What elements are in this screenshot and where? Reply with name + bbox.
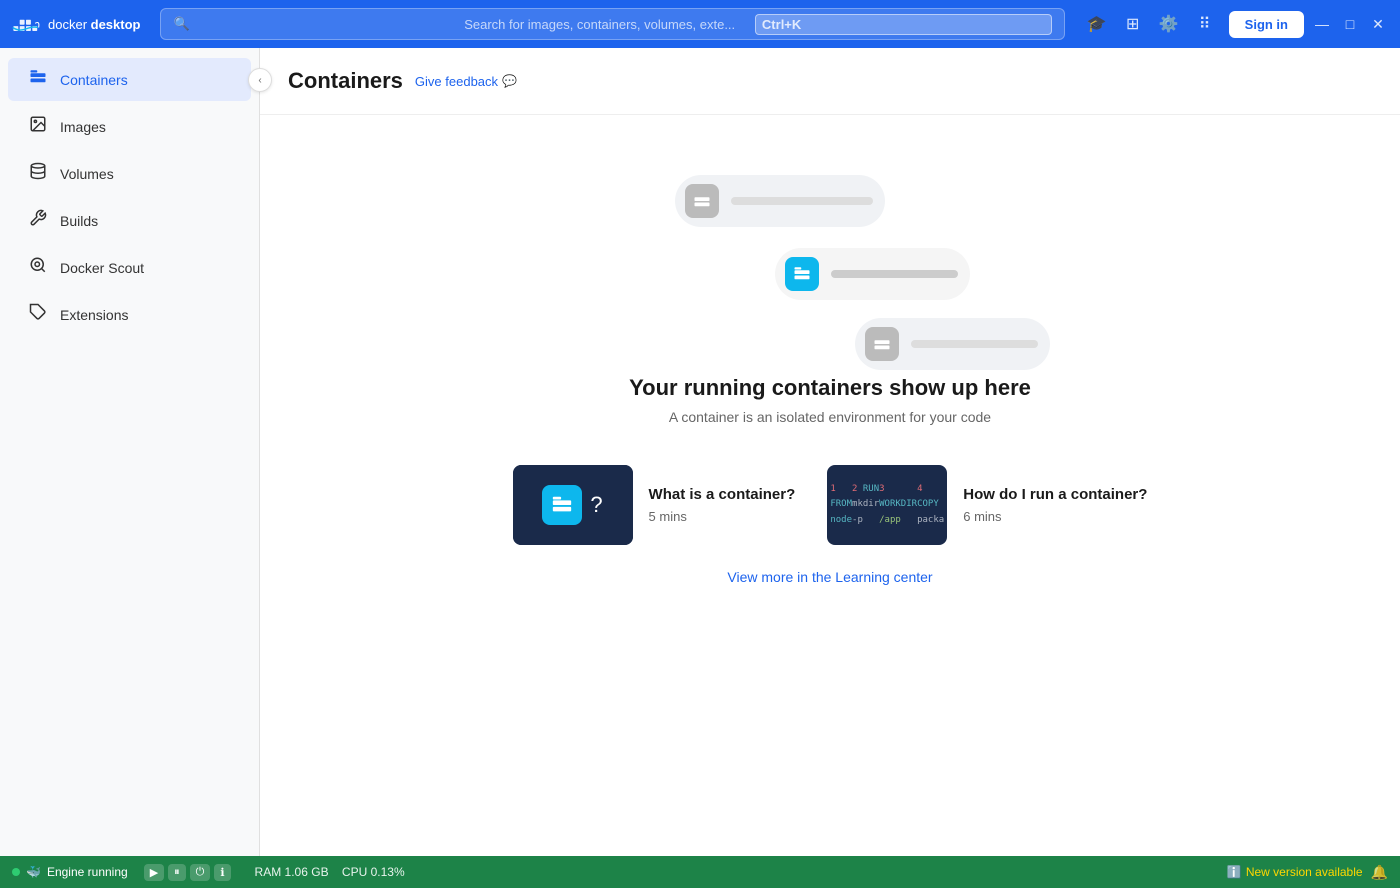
grid-icon[interactable]: ⠿ xyxy=(1193,14,1217,34)
content-header: Containers Give feedback 💬 xyxy=(260,48,1400,115)
search-icon: 🔍 xyxy=(173,16,456,32)
sidebar-item-containers[interactable]: Containers xyxy=(8,58,251,101)
titlebar: docker desktop 🔍 Search for images, cont… xyxy=(0,0,1400,48)
engine-pause-button[interactable]: ⏸ xyxy=(168,864,186,881)
sidebar-item-images[interactable]: Images xyxy=(8,105,251,148)
sign-in-button[interactable]: Sign in xyxy=(1229,11,1304,38)
sidebar: Containers Images Volumes Builds xyxy=(0,48,260,856)
app-name: docker desktop xyxy=(48,17,140,32)
sidebar-label-volumes: Volumes xyxy=(60,166,114,182)
new-version-label: New version available xyxy=(1246,865,1363,879)
ram-label: RAM 1.06 GB xyxy=(255,865,329,879)
sidebar-item-builds[interactable]: Builds xyxy=(8,199,251,242)
sidebar-label-extensions: Extensions xyxy=(60,307,128,323)
search-bar[interactable]: 🔍 Search for images, containers, volumes… xyxy=(160,8,1064,40)
feedback-label: Give feedback xyxy=(415,74,498,89)
statusbar: 🐳 Engine running ▶ ⏸ ⏻ ℹ RAM 1.06 GB CPU… xyxy=(0,856,1400,888)
engine-stop-button[interactable]: ⏻ xyxy=(190,864,211,881)
sidebar-label-images: Images xyxy=(60,119,106,135)
minimize-button[interactable]: — xyxy=(1312,16,1332,33)
sidebar-item-volumes[interactable]: Volumes xyxy=(8,152,251,195)
close-button[interactable]: ✕ xyxy=(1368,16,1388,33)
volumes-icon xyxy=(28,162,48,185)
docker-scout-icon xyxy=(28,256,48,279)
card-duration-2: 6 mins xyxy=(963,509,1147,524)
sidebar-item-docker-scout[interactable]: Docker Scout xyxy=(8,246,251,289)
card-title-1: What is a container? xyxy=(649,486,796,503)
search-placeholder: Search for images, containers, volumes, … xyxy=(464,17,747,32)
learn-icon[interactable]: 🎓 xyxy=(1085,14,1109,34)
cpu-label: CPU 0.13% xyxy=(342,865,405,879)
card-info-2: How do I run a container? 6 mins xyxy=(963,486,1147,524)
search-shortcut: Ctrl+K xyxy=(755,14,1052,35)
card-thumb-2: 1 FROM node 2 RUN mkdir -p 3 WORKDIR /ap… xyxy=(827,465,947,545)
code-kw1: FROM node xyxy=(830,499,852,524)
extensions-icon[interactable]: ⊞ xyxy=(1121,14,1145,34)
card-duration-1: 5 mins xyxy=(649,509,796,524)
titlebar-actions: 🎓 ⊞ ⚙️ ⠿ Sign in xyxy=(1085,11,1304,38)
engine-play-button[interactable]: ▶ xyxy=(144,864,164,881)
container-illustration xyxy=(600,155,1060,355)
sidebar-collapse-button[interactable]: ‹ xyxy=(248,68,272,92)
learning-center-link[interactable]: View more in the Learning center xyxy=(727,569,932,585)
card-what-is-container[interactable]: ? What is a container? 5 mins xyxy=(513,465,796,545)
window-controls: — □ ✕ xyxy=(1312,16,1388,33)
empty-subtitle: A container is an isolated environment f… xyxy=(669,409,991,425)
card-info-1: What is a container? 5 mins xyxy=(649,486,796,524)
empty-state: Your running containers show up here A c… xyxy=(260,115,1400,856)
app-body: Containers Images Volumes Builds xyxy=(0,48,1400,856)
engine-info-button[interactable]: ℹ xyxy=(214,864,230,881)
containers-icon xyxy=(28,68,48,91)
card-how-run-container[interactable]: 1 FROM node 2 RUN mkdir -p 3 WORKDIR /ap… xyxy=(827,465,1147,545)
settings-icon[interactable]: ⚙️ xyxy=(1157,14,1181,34)
engine-status-dot xyxy=(12,868,20,876)
empty-title: Your running containers show up here xyxy=(629,375,1031,401)
sidebar-item-extensions[interactable]: Extensions xyxy=(8,293,251,336)
feedback-link[interactable]: Give feedback 💬 xyxy=(415,74,517,89)
card-thumb-1: ? xyxy=(513,465,633,545)
page-title: Containers xyxy=(288,68,403,94)
main-content: Containers Give feedback 💬 xyxy=(260,48,1400,856)
learn-cards: ? What is a container? 5 mins 1 FROM nod xyxy=(513,465,1148,545)
sidebar-label-builds: Builds xyxy=(60,213,98,229)
engine-label: Engine running xyxy=(47,865,128,879)
images-icon xyxy=(28,115,48,138)
engine-controls: ▶ ⏸ ⏻ ℹ xyxy=(144,864,231,881)
statusbar-right: ℹ️ New version available 🔔 xyxy=(1227,864,1388,881)
docker-icon-status: 🐳 xyxy=(26,865,41,879)
maximize-button[interactable]: □ xyxy=(1340,16,1360,33)
app-logo: docker desktop xyxy=(12,10,140,38)
ram-stat: RAM 1.06 GB CPU 0.13% xyxy=(255,865,405,879)
feedback-icon: 💬 xyxy=(502,74,517,88)
sidebar-label-docker-scout: Docker Scout xyxy=(60,260,144,276)
card-title-2: How do I run a container? xyxy=(963,486,1147,503)
builds-icon xyxy=(28,209,48,232)
extensions-icon xyxy=(28,303,48,326)
notification-bell-icon[interactable]: 🔔 xyxy=(1371,864,1388,881)
engine-status: 🐳 Engine running xyxy=(12,865,128,879)
sidebar-label-containers: Containers xyxy=(60,72,128,88)
info-icon: ℹ️ xyxy=(1227,865,1242,879)
new-version-notice[interactable]: ℹ️ New version available xyxy=(1227,865,1363,879)
